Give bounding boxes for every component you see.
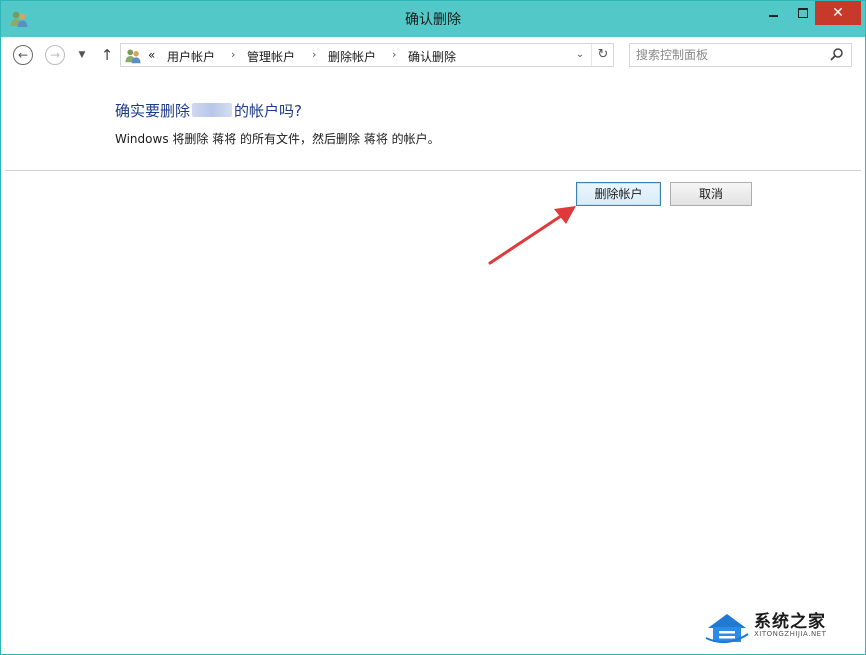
refresh-button[interactable]: ↻ <box>591 44 614 66</box>
up-arrow-icon: ↑ <box>100 46 114 64</box>
site-watermark: 系统之家 XITONGZHIJIA.NET <box>704 604 858 648</box>
breadcrumb-confirm-delete[interactable]: 确认删除 <box>408 48 456 65</box>
search-input[interactable] <box>636 46 816 64</box>
cancel-button[interactable]: 取消 <box>670 182 752 206</box>
minimize-icon <box>768 15 778 17</box>
close-button[interactable]: ✕ <box>815 1 861 25</box>
navigation-toolbar: ← → ▼ ↑ « 用户帐户 › 管理帐户 › 删除帐户 › 确认删除 ⌄ ↻ <box>1 37 865 75</box>
search-icon[interactable] <box>828 46 846 64</box>
breadcrumb-overflow[interactable]: « <box>148 48 155 62</box>
recent-locations-button[interactable]: ▼ <box>75 47 89 63</box>
back-arrow-icon: ← <box>17 48 29 62</box>
forward-button[interactable]: → <box>45 45 65 65</box>
title-bar[interactable]: 确认删除 ✕ <box>1 1 865 37</box>
breadcrumb-separator[interactable]: › <box>312 48 316 61</box>
delete-account-button[interactable]: 删除帐户 <box>576 182 661 206</box>
heading-suffix: 的帐户吗? <box>234 102 302 120</box>
watermark-url: XITONGZHIJIA.NET <box>754 630 827 638</box>
breadcrumb-delete-account[interactable]: 删除帐户 <box>328 48 376 65</box>
breadcrumb-separator[interactable]: › <box>231 48 235 61</box>
maximize-icon <box>798 8 808 18</box>
red-arrow-annotation <box>488 206 576 265</box>
main-content: 确实要删除 的帐户吗? Windows 将删除 蒋将 的所有文件，然后删除 蒋将 … <box>1 75 865 654</box>
heading-prefix: 确实要删除 <box>115 102 191 120</box>
back-button[interactable]: ← <box>13 45 33 65</box>
description-text: Windows 将删除 蒋将 的所有文件，然后删除 蒋将 的帐户。 <box>115 132 440 146</box>
breadcrumb-separator[interactable]: › <box>392 48 396 61</box>
search-box[interactable] <box>629 43 852 67</box>
chevron-down-icon: ⌄ <box>575 49 585 60</box>
blurred-username <box>192 103 233 117</box>
watermark-brand: 系统之家 <box>754 612 826 632</box>
control-panel-window: 确认删除 ✕ ← → ▼ ↑ « 用户帐户 › 管理帐户 › 删除帐户 › 确认… <box>0 0 866 655</box>
address-history-button[interactable]: ⌄ <box>573 47 587 63</box>
window-title: 确认删除 <box>405 12 461 28</box>
refresh-icon: ↻ <box>597 47 609 62</box>
close-icon: ✕ <box>832 5 844 21</box>
house-logo-icon <box>705 614 749 644</box>
divider <box>5 170 861 171</box>
forward-arrow-icon: → <box>49 48 61 62</box>
confirm-heading: 确实要删除 的帐户吗? <box>115 100 302 121</box>
user-accounts-icon <box>125 49 141 64</box>
address-bar[interactable]: « 用户帐户 › 管理帐户 › 删除帐户 › 确认删除 ⌄ ↻ <box>120 43 614 67</box>
chevron-down-icon: ▼ <box>78 50 86 60</box>
breadcrumb-user-accounts[interactable]: 用户帐户 <box>167 48 215 65</box>
up-button[interactable]: ↑ <box>98 45 116 65</box>
breadcrumb-manage-accounts[interactable]: 管理帐户 <box>247 48 295 65</box>
